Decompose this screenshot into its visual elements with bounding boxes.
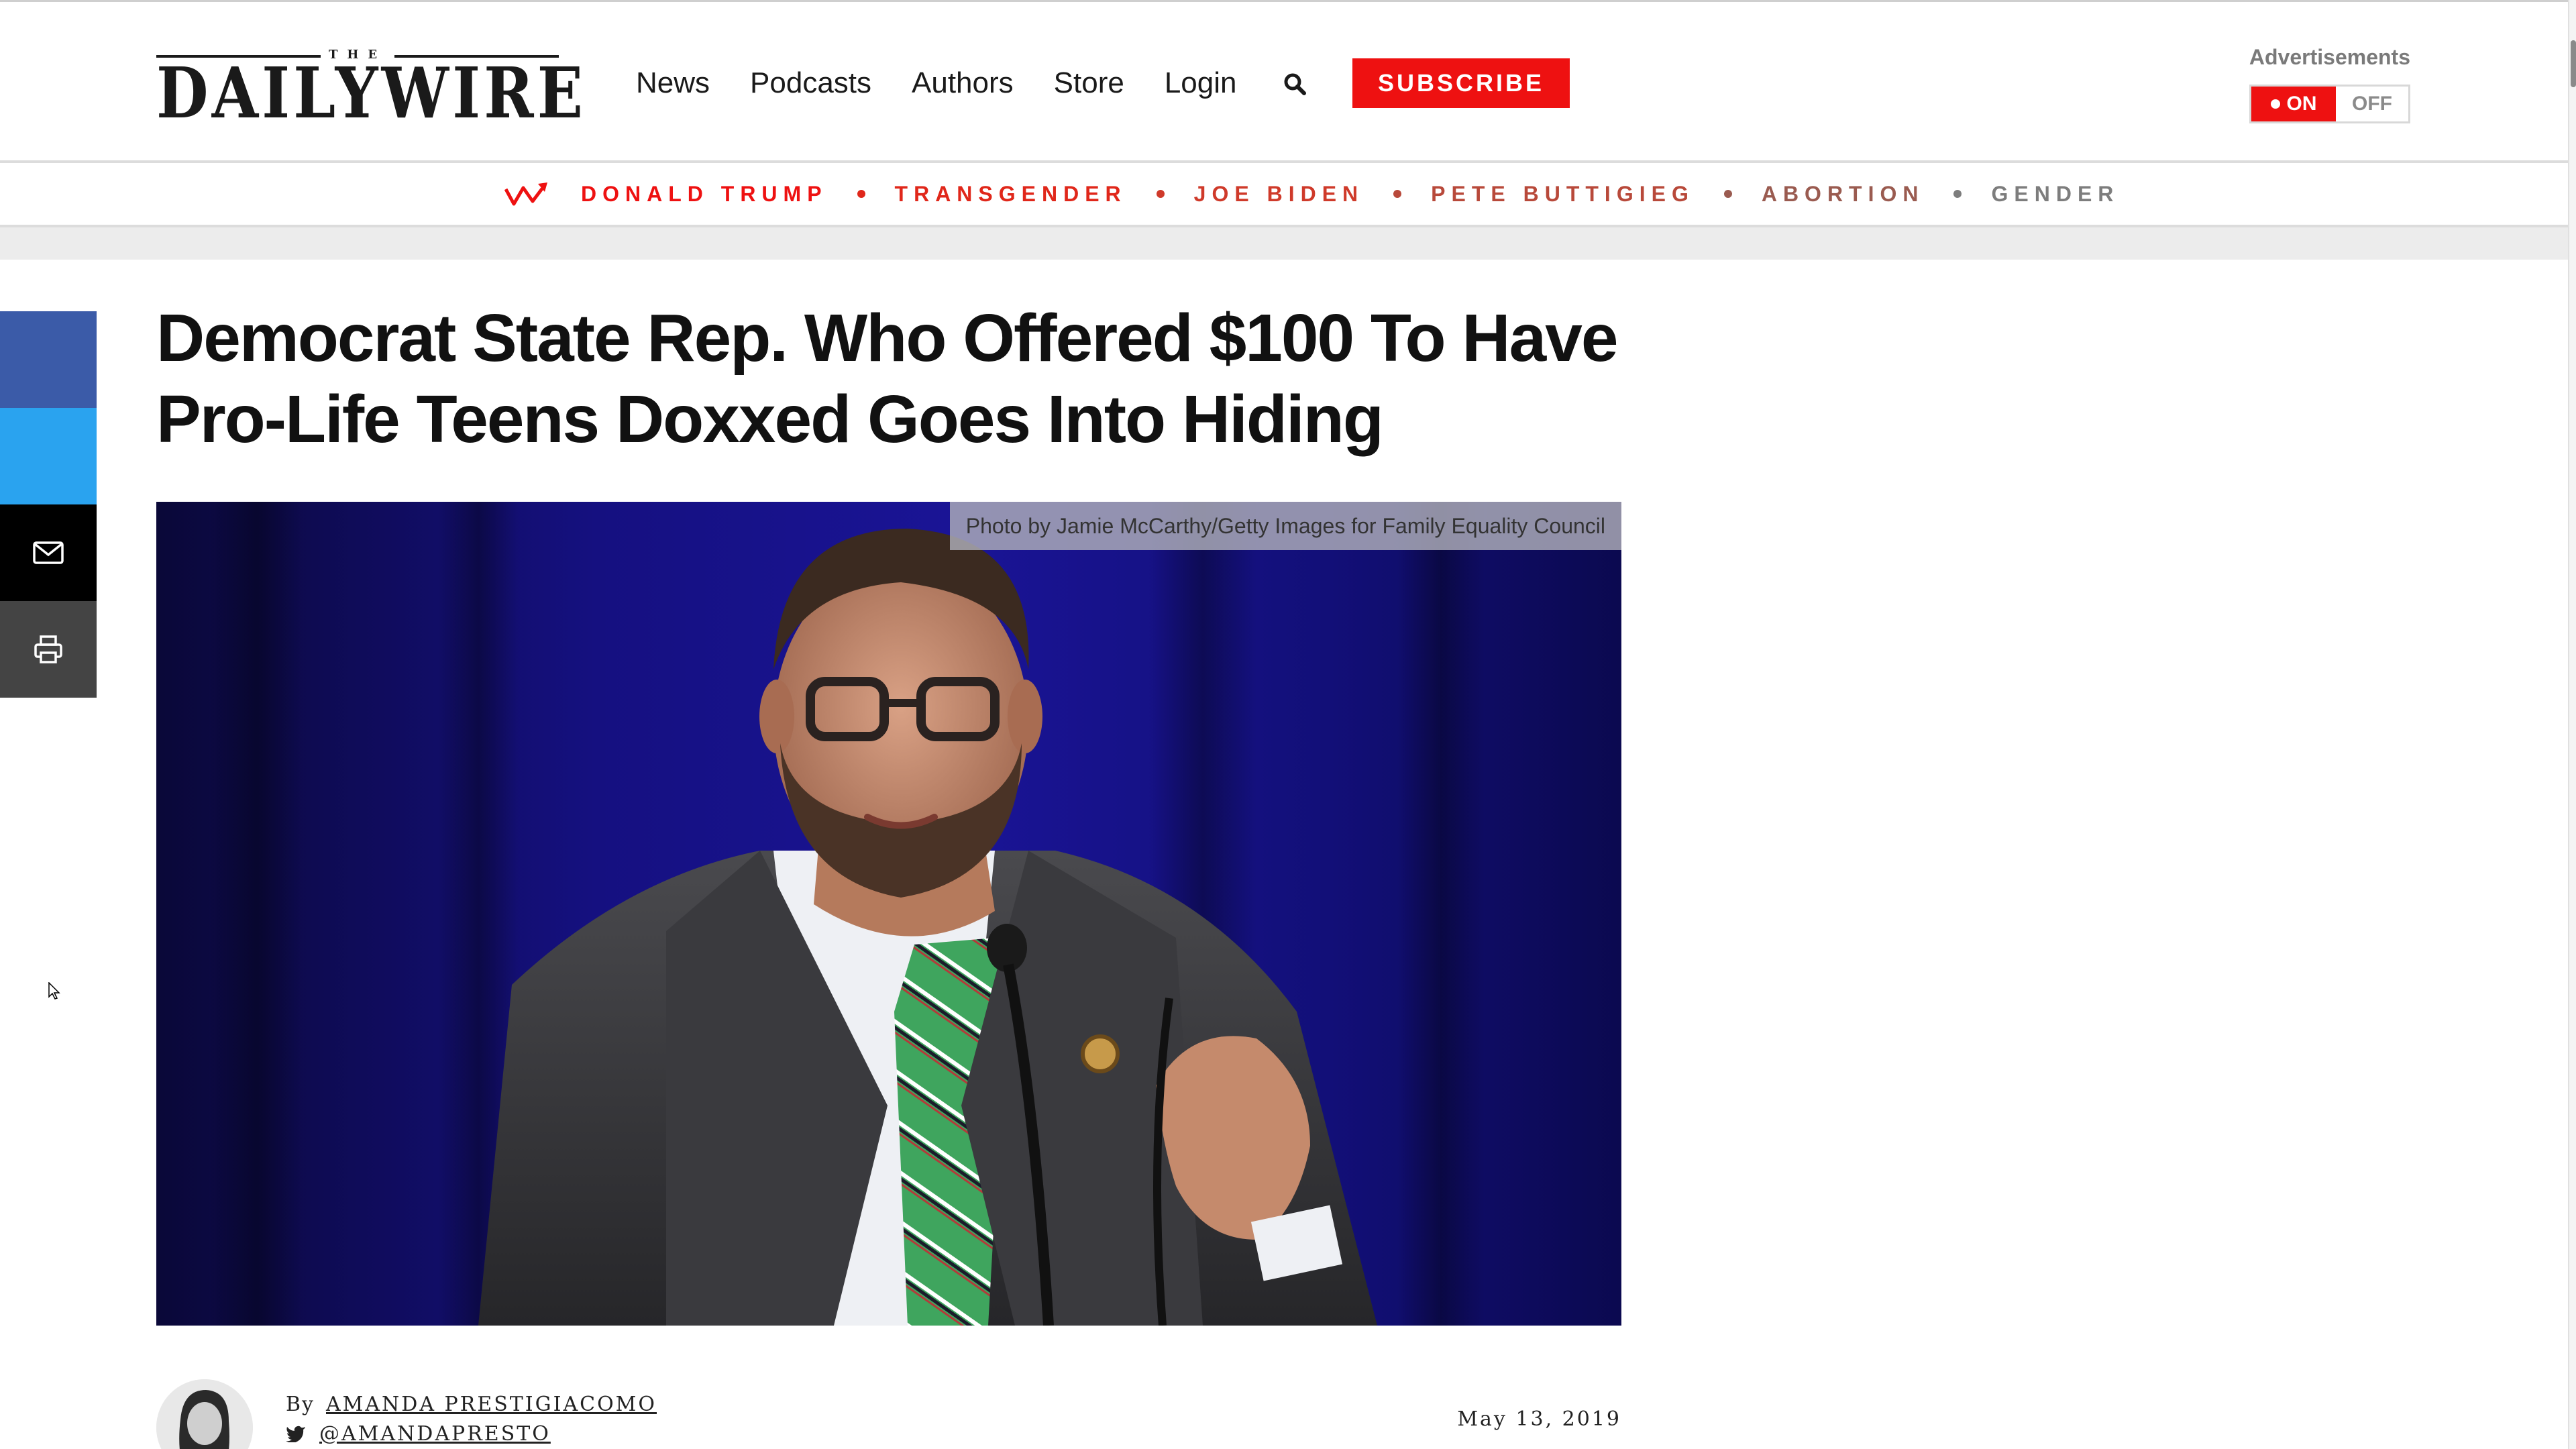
trending-separator-dot [1723, 190, 1732, 198]
site-header: THE DAILYWIRE News Podcasts Authors Stor… [0, 0, 2568, 163]
ads-on-dot [2270, 99, 2280, 109]
article-hero-photo: Photo by Jamie McCarthy/Getty Images for… [156, 502, 1621, 1326]
trending-separator-dot [1953, 190, 1962, 198]
byline: By AMANDA PRESTIGIACOMO @AMANDAPRESTO Ma… [156, 1368, 1621, 1449]
facebook-icon [32, 343, 65, 376]
ads-off-button[interactable]: OFF [2336, 87, 2408, 121]
trending-link[interactable]: GENDER [1991, 182, 2119, 207]
trending-separator-dot [857, 190, 865, 198]
publish-date: May 13, 2019 [1457, 1407, 1621, 1431]
share-twitter-button[interactable] [0, 408, 97, 504]
header-spacer-band [0, 227, 2568, 260]
scrollbar-thumb[interactable] [2571, 40, 2576, 87]
share-print-button[interactable] [0, 601, 97, 698]
twitter-icon [32, 439, 65, 473]
main-nav: News Podcasts Authors Store Login [636, 64, 1277, 103]
share-email-button[interactable] [0, 504, 97, 601]
ads-toggle[interactable]: ON OFF [2249, 85, 2410, 123]
trending-link[interactable]: ABORTION [1762, 182, 1925, 207]
logo-wordmark: DAILYWIRE [156, 52, 587, 134]
trending-link[interactable]: PETE BUTTIGIEG [1431, 182, 1695, 207]
trending-link[interactable]: DONALD TRUMP [581, 182, 828, 207]
article-headline: Democrat State Rep. Who Offered $100 To … [156, 298, 1632, 460]
ads-on-button[interactable]: ON [2251, 87, 2336, 121]
twitter-icon [286, 1426, 305, 1442]
trending-bar: DONALD TRUMP TRANSGENDER JOE BIDEN PETE BUT… [0, 163, 2568, 227]
nav-news[interactable]: News [636, 66, 710, 100]
share-facebook-button[interactable] [0, 311, 97, 408]
trending-list: DONALD TRUMP TRANSGENDER JOE BIDEN PETE BUT… [581, 163, 2119, 225]
hero-photo-illustration [156, 502, 1621, 1326]
page-scrollbar[interactable] [2568, 0, 2576, 1449]
subscribe-button[interactable]: SUBSCRIBE [1352, 58, 1570, 108]
photo-credit: Photo by Jamie McCarthy/Getty Images for… [949, 502, 1621, 550]
author-name-link[interactable]: AMANDA PRESTIGIACOMO [326, 1393, 657, 1416]
trending-separator-dot [1393, 190, 1402, 198]
author-avatar[interactable] [156, 1379, 253, 1449]
ads-label: Advertisements [2249, 45, 2410, 69]
byline-prefix: By [286, 1393, 315, 1416]
nav-authors[interactable]: Authors [912, 66, 1014, 100]
author-avatar-illustration [156, 1379, 253, 1449]
trending-icon [504, 182, 547, 206]
dailywire-logo[interactable]: THE DAILYWIRE [156, 48, 583, 128]
author-twitter-handle[interactable]: @AMANDAPRESTO [319, 1422, 551, 1446]
printer-icon [34, 635, 62, 663]
envelope-icon [33, 541, 64, 564]
trending-link[interactable]: JOE BIDEN [1194, 182, 1364, 207]
trending-separator-dot [1156, 190, 1165, 198]
ads-on-label: ON [2286, 93, 2317, 115]
mouse-cursor-icon [48, 982, 60, 1000]
headline-line-1: Democrat State Rep. Who Offered $100 To … [156, 301, 1618, 376]
nav-podcasts[interactable]: Podcasts [750, 66, 871, 100]
search-icon[interactable] [1283, 72, 1307, 96]
ads-toggle-group: Advertisements ON OFF [2249, 44, 2410, 124]
headline-line-2: Pro-Life Teens Doxxed Goes Into Hiding [156, 382, 1384, 457]
nav-login[interactable]: Login [1165, 66, 1237, 100]
nav-store[interactable]: Store [1054, 66, 1124, 100]
trending-link[interactable]: TRANSGENDER [895, 182, 1127, 207]
